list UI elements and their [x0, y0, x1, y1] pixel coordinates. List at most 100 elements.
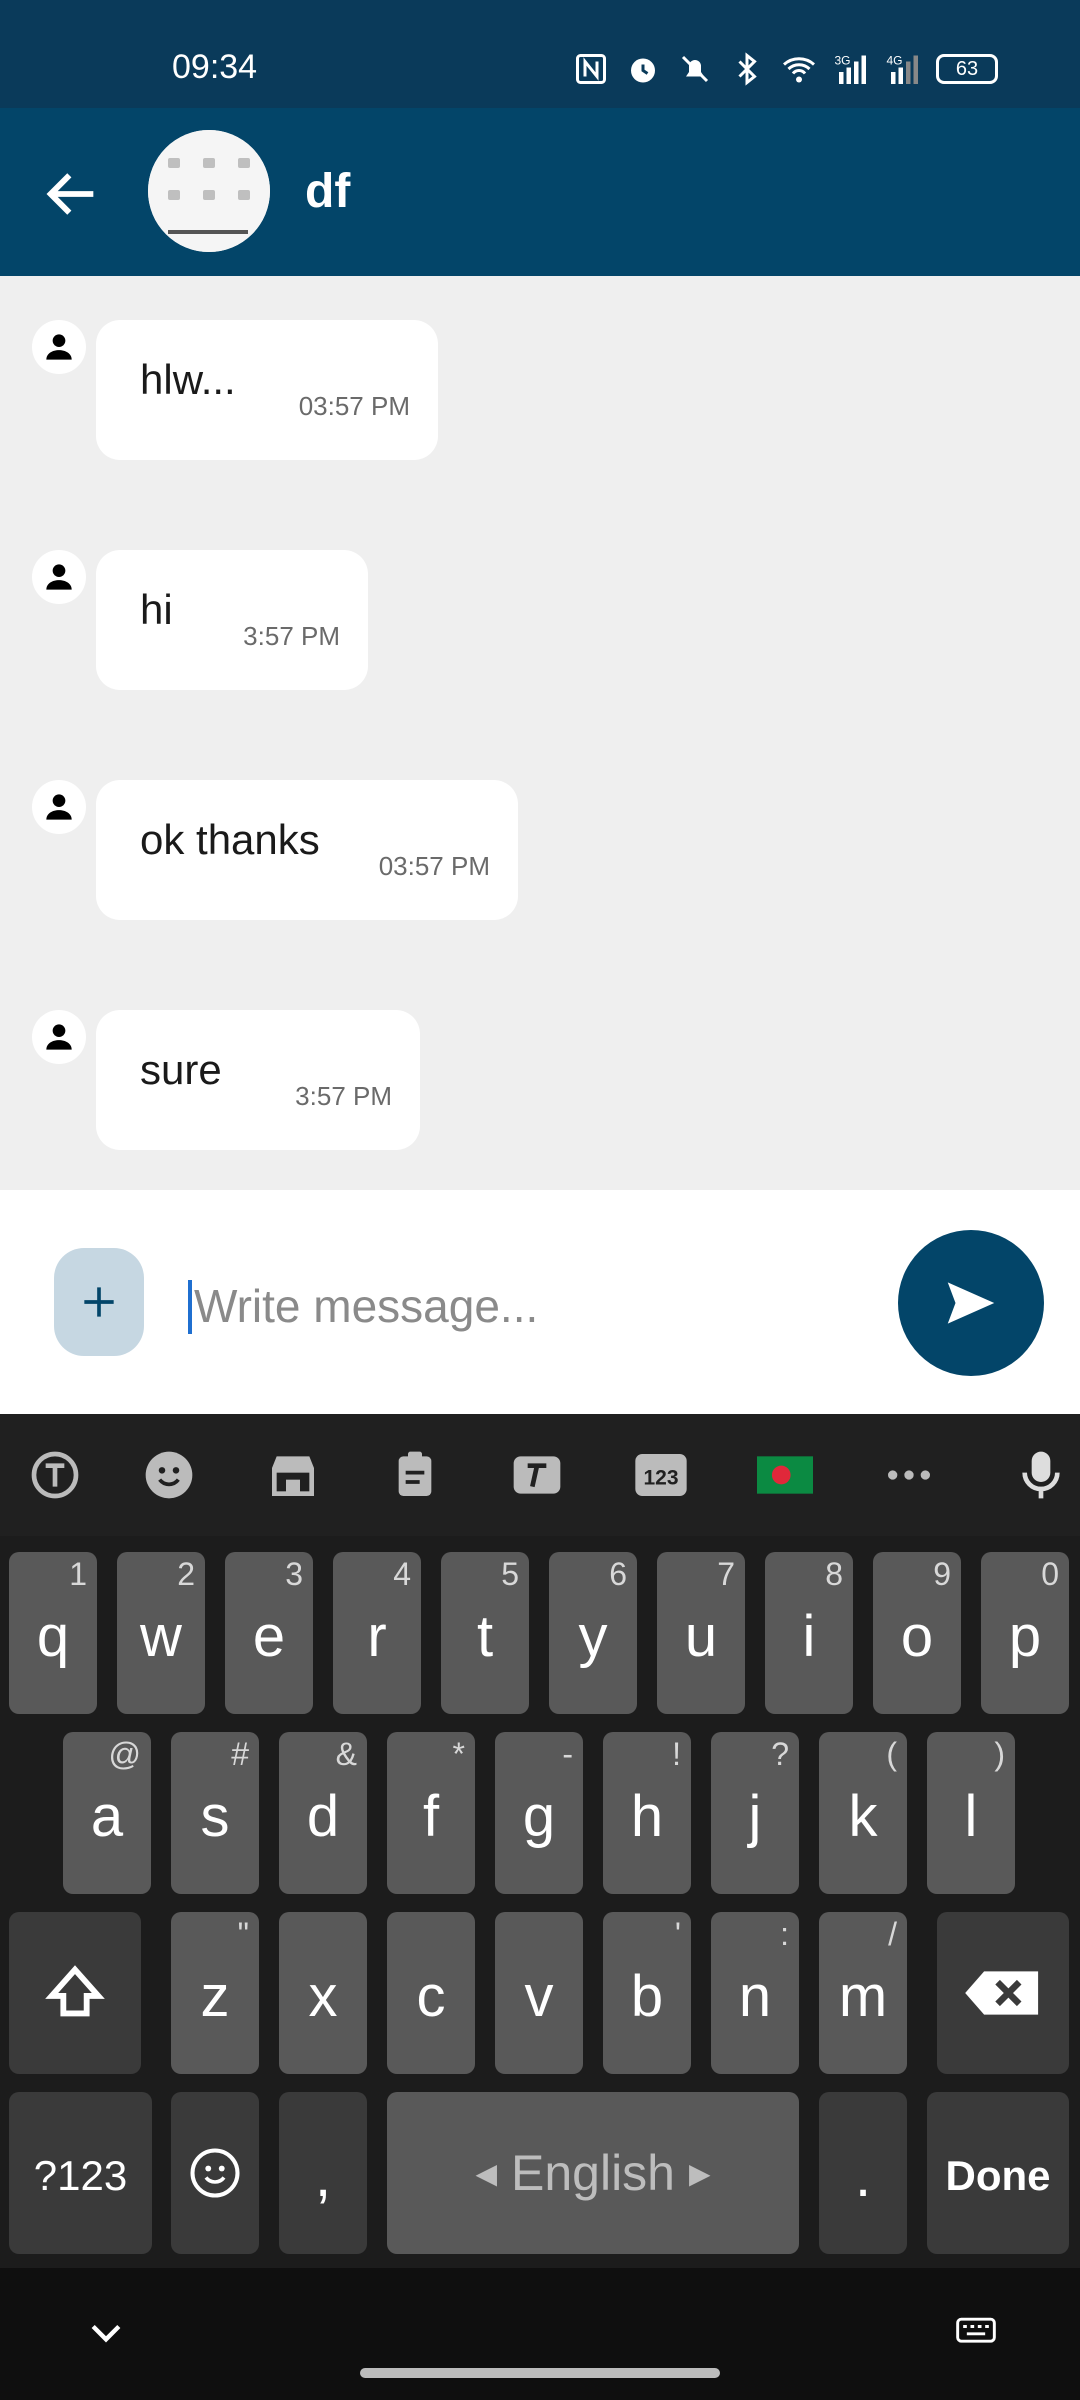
key-o[interactable]: 9o: [873, 1552, 961, 1714]
svg-text:3G: 3G: [835, 54, 851, 68]
message-bubble[interactable]: sure 3:57 PM: [96, 1010, 420, 1150]
key-b[interactable]: ' b: [603, 1912, 691, 2074]
bluetooth-icon: [728, 50, 766, 88]
key-w[interactable]: 2w: [117, 1552, 205, 1714]
space-language-label: English: [511, 2145, 675, 2201]
shift-icon: [45, 1965, 105, 2017]
key-h[interactable]: ! h: [603, 1732, 691, 1894]
message-input[interactable]: [192, 1270, 856, 1342]
more-icon[interactable]: [878, 1444, 940, 1506]
soft-keyboard: 123 1q 2w 3e 4r 5t 6y 7u 8i 9o 0p @ a # s …: [0, 1414, 1080, 2268]
chat-title: df: [305, 165, 351, 218]
store-icon[interactable]: [262, 1444, 324, 1506]
contact-avatar[interactable]: [148, 130, 270, 252]
key-p[interactable]: 0p: [981, 1552, 1069, 1714]
period-key[interactable]: .: [819, 2092, 907, 2254]
key-x[interactable]: x: [279, 1912, 367, 2074]
person-icon: [46, 334, 72, 360]
bangladesh-flag-icon[interactable]: [754, 1444, 816, 1506]
sender-avatar: [32, 1010, 86, 1064]
status-time: 09:34: [172, 48, 258, 86]
status-icons: 3G 4G 63: [572, 50, 998, 88]
plus-icon: [84, 1287, 114, 1317]
key-a[interactable]: @ a: [63, 1732, 151, 1894]
key-t[interactable]: 5t: [441, 1552, 529, 1714]
done-key[interactable]: Done: [927, 2092, 1069, 2254]
message-time: 3:57 PM: [295, 1081, 392, 1111]
message-composer: [0, 1190, 1080, 1414]
space-key[interactable]: ◀ English ▶: [387, 2092, 799, 2254]
battery-indicator: 63: [936, 54, 998, 84]
sender-avatar: [32, 550, 86, 604]
numpad-icon[interactable]: 123: [630, 1444, 692, 1506]
key-v[interactable]: v: [495, 1912, 583, 2074]
comma-key[interactable]: ,: [279, 2092, 367, 2254]
signal-3g-icon: 3G: [832, 50, 870, 88]
message-time: 3:57 PM: [243, 621, 340, 651]
send-icon: [947, 1282, 995, 1324]
key-i[interactable]: 8i: [765, 1552, 853, 1714]
mute-icon: [676, 50, 714, 88]
nfc-icon: [572, 50, 610, 88]
system-nav-bar: [0, 2268, 1080, 2400]
key-g[interactable]: -g: [495, 1732, 583, 1894]
person-icon: [46, 564, 72, 590]
message-list: hlw... 03:57 PM hi 3:57 PM ok thanks 03:…: [0, 276, 1080, 1190]
person-icon: [46, 1024, 72, 1050]
shift-key[interactable]: [9, 1912, 141, 2074]
person-icon: [46, 794, 72, 820]
keyboard-switch-icon[interactable]: [950, 2310, 1002, 2359]
backspace-icon: [965, 1971, 1039, 2015]
text-edit-icon[interactable]: [506, 1444, 568, 1506]
message-text: ok thanks: [140, 816, 320, 863]
message-text: hlw...: [140, 356, 236, 403]
chat-header: df: [0, 108, 1080, 276]
key-n[interactable]: :n: [711, 1912, 799, 2074]
svg-text:123: 123: [643, 1466, 678, 1489]
key-u[interactable]: 7u: [657, 1552, 745, 1714]
message-text: sure: [140, 1046, 222, 1093]
message-bubble[interactable]: hlw... 03:57 PM: [96, 320, 438, 460]
key-f[interactable]: * f: [387, 1732, 475, 1894]
attach-button[interactable]: [54, 1248, 144, 1356]
svg-text:4G: 4G: [887, 54, 903, 68]
key-k[interactable]: (k: [819, 1732, 907, 1894]
key-e[interactable]: 3e: [225, 1552, 313, 1714]
status-bar: 09:34 3G 4G 63: [0, 0, 1080, 108]
chevron-down-icon[interactable]: [84, 2310, 128, 2359]
send-button[interactable]: [898, 1230, 1044, 1376]
key-j[interactable]: ? j: [711, 1732, 799, 1894]
symbols-key[interactable]: ?123: [9, 2092, 152, 2254]
message-bubble[interactable]: ok thanks 03:57 PM: [96, 780, 518, 920]
chevron-right-icon: ▶: [689, 2157, 711, 2189]
key-l[interactable]: ) l: [927, 1732, 1015, 1894]
smiley-icon: [190, 2148, 240, 2198]
key-d[interactable]: & d: [279, 1732, 367, 1894]
microphone-icon[interactable]: [1010, 1444, 1072, 1506]
key-s[interactable]: # s: [171, 1732, 259, 1894]
message-text: hi: [140, 586, 173, 633]
clipboard-icon[interactable]: [384, 1444, 446, 1506]
signal-4g-icon: 4G: [884, 50, 922, 88]
emoji-key[interactable]: [171, 2092, 259, 2254]
message-time: 03:57 PM: [378, 851, 490, 881]
sender-avatar: [32, 780, 86, 834]
emoji-sticker-icon[interactable]: [138, 1444, 200, 1506]
sender-avatar: [32, 320, 86, 374]
translate-icon[interactable]: [24, 1444, 86, 1506]
key-y[interactable]: 6y: [549, 1552, 637, 1714]
key-z[interactable]: " z: [171, 1912, 259, 2074]
back-button[interactable]: [40, 162, 104, 226]
chevron-left-icon: ◀: [475, 2157, 497, 2189]
key-c[interactable]: c: [387, 1912, 475, 2074]
key-m[interactable]: / m: [819, 1912, 907, 2074]
key-q[interactable]: 1q: [9, 1552, 97, 1714]
home-indicator[interactable]: [360, 2368, 720, 2378]
arrow-left-icon: [46, 173, 94, 215]
wifi-icon: [780, 50, 818, 88]
message-bubble[interactable]: hi 3:57 PM: [96, 550, 368, 690]
message-time: 03:57 PM: [298, 391, 410, 421]
alarm-icon: [624, 50, 662, 88]
key-r[interactable]: 4r: [333, 1552, 421, 1714]
backspace-key[interactable]: [937, 1912, 1069, 2074]
